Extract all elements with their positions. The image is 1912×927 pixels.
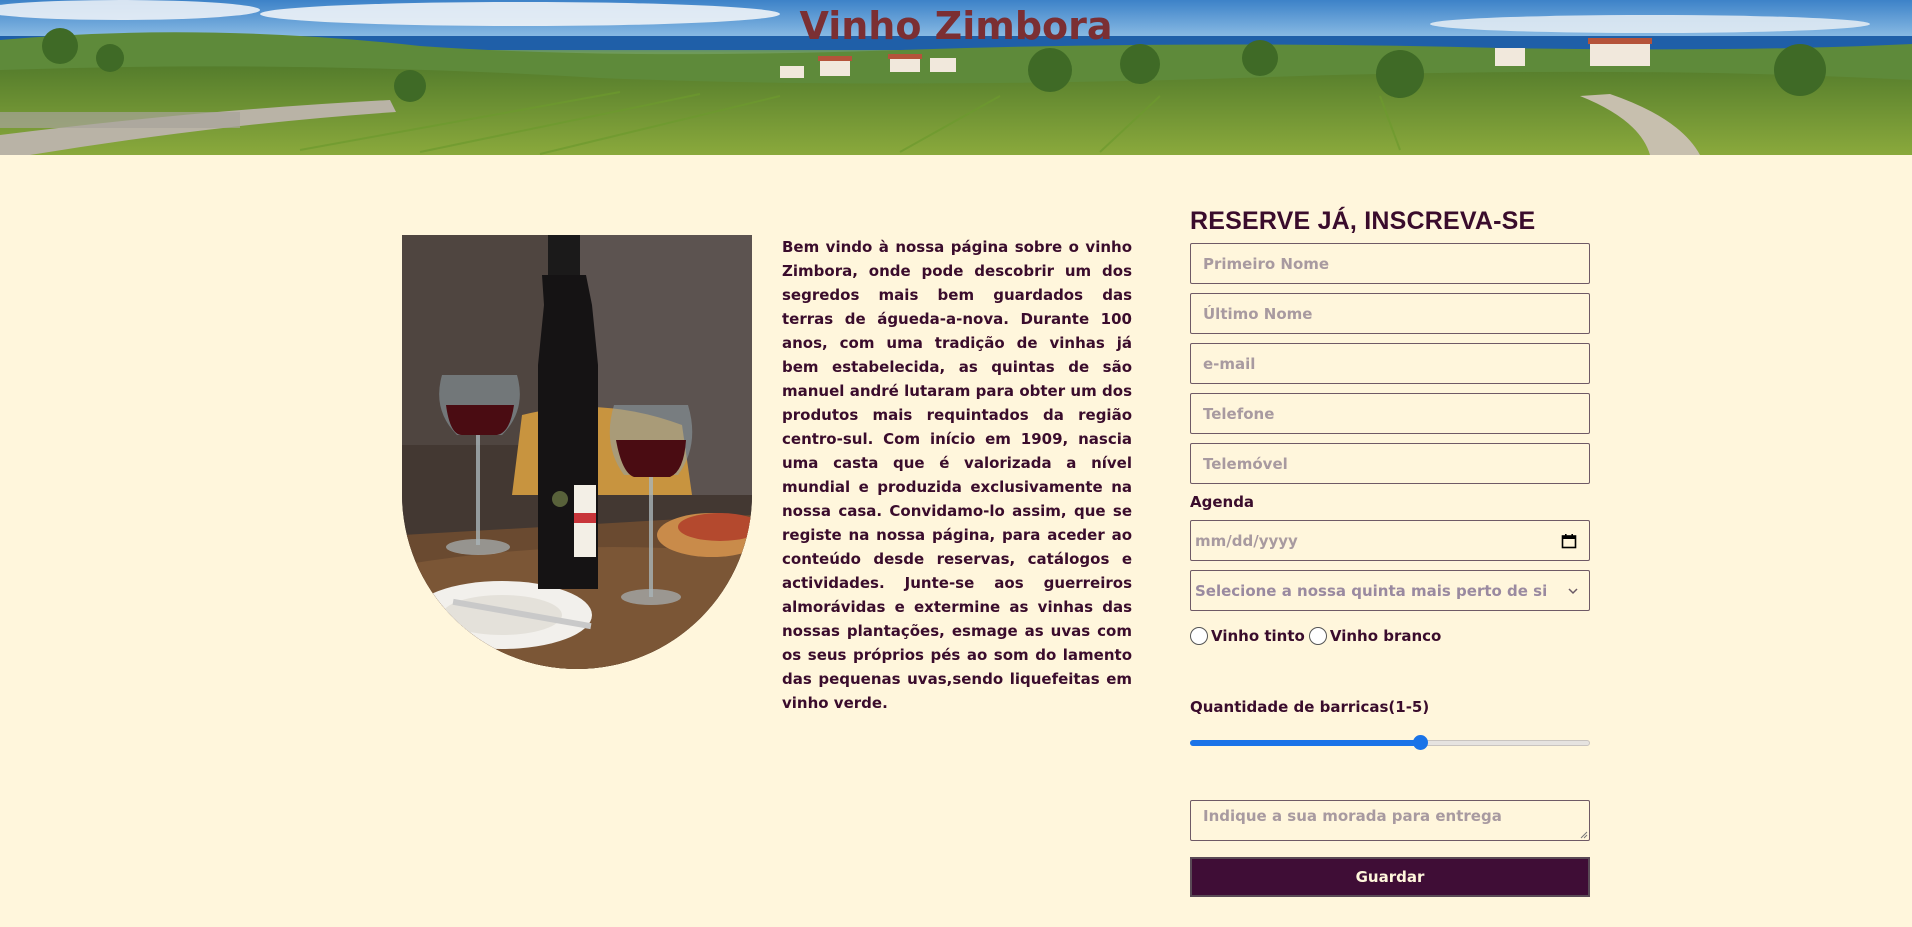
- farm-select[interactable]: Selecione a nossa quinta mais perto de s…: [1190, 570, 1590, 611]
- date-placeholder: mm/dd/yyyy: [1195, 531, 1298, 550]
- form-title: RESERVE JÁ, INSCREVA-SE: [1190, 207, 1536, 235]
- address-textarea[interactable]: Indique a sua morada para entrega: [1190, 800, 1590, 841]
- signup-form: RESERVE JÁ, INSCREVA-SE Agenda mm/dd/yyy…: [1190, 203, 1590, 897]
- first-name-input[interactable]: [1190, 243, 1590, 284]
- slider-thumb[interactable]: [1413, 735, 1428, 750]
- page-title: Vinho Zimbora: [799, 4, 1113, 48]
- main-content: Bem vindo à nossa página sobre o vinho Z…: [0, 155, 1912, 927]
- barrels-label: Quantidade de barricas(1-5): [1190, 698, 1430, 716]
- farm-select-value: Selecione a nossa quinta mais perto de s…: [1195, 581, 1548, 600]
- resize-grip-icon[interactable]: [1580, 831, 1588, 839]
- address-placeholder: Indique a sua morada para entrega: [1203, 807, 1502, 825]
- date-input[interactable]: mm/dd/yyyy: [1190, 520, 1590, 561]
- slider-fill: [1190, 740, 1420, 746]
- chevron-down-icon: [1568, 587, 1578, 594]
- wine-type-radio-group: Vinho tinto Vinho branco: [1190, 624, 1590, 648]
- last-name-input[interactable]: [1190, 293, 1590, 334]
- wine-table-photo: [402, 235, 752, 669]
- email-input[interactable]: [1190, 343, 1590, 384]
- radio-label-vinho-branco: Vinho branco: [1329, 627, 1442, 645]
- intro-paragraph: Bem vindo à nossa página sobre o vinho Z…: [782, 238, 1132, 712]
- mobile-input[interactable]: [1190, 443, 1590, 484]
- phone-input[interactable]: [1190, 393, 1590, 434]
- header-banner: Vinho Zimbora: [0, 0, 1912, 155]
- radio-label-vinho-tinto: Vinho tinto: [1211, 627, 1305, 645]
- save-button[interactable]: Guardar: [1190, 857, 1590, 897]
- radio-vinho-branco[interactable]: [1308, 627, 1327, 645]
- agenda-label: Agenda: [1190, 493, 1255, 511]
- barrels-slider[interactable]: [1190, 734, 1590, 750]
- radio-vinho-tinto[interactable]: [1190, 627, 1208, 645]
- calendar-icon[interactable]: [1561, 533, 1577, 549]
- wine-bottle-glasses-image: [402, 235, 752, 669]
